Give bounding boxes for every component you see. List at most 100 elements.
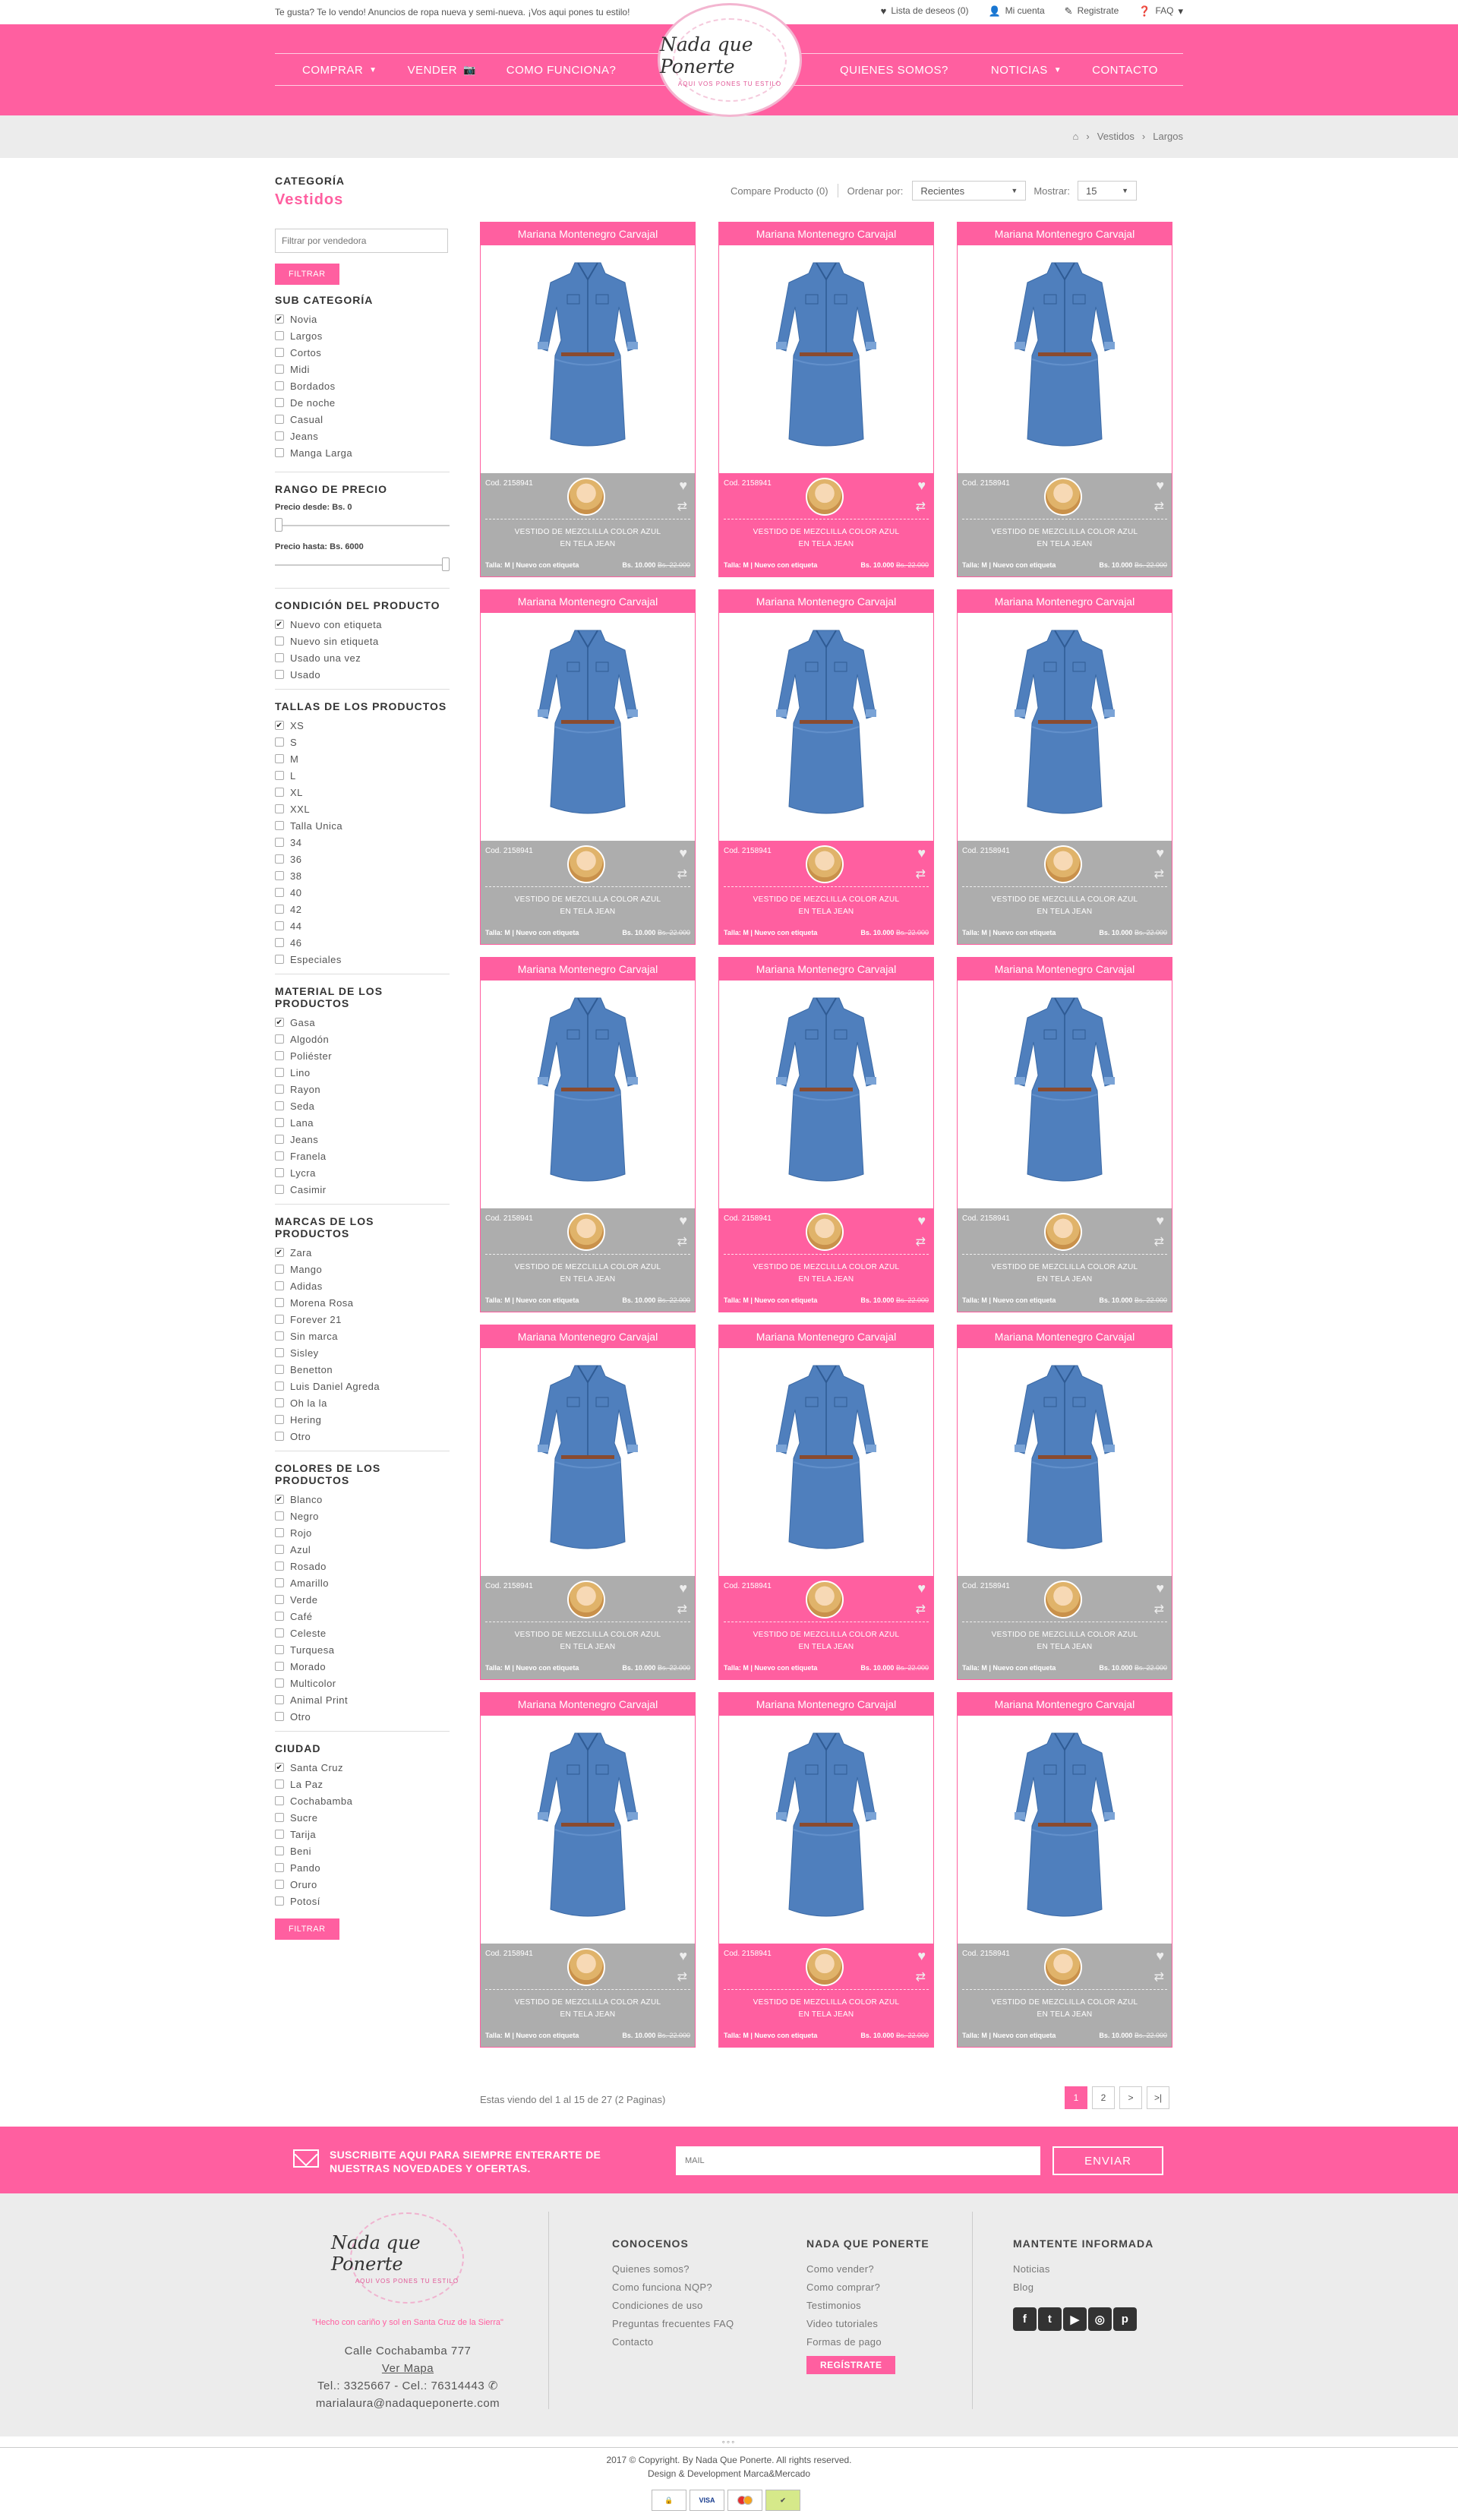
checkbox[interactable] bbox=[275, 938, 284, 947]
filter-option[interactable]: Sucre bbox=[275, 1809, 450, 1826]
seller-avatar[interactable] bbox=[806, 1581, 844, 1618]
compare-icon[interactable]: ⇄ bbox=[916, 1234, 926, 1249]
footer-link[interactable]: Como funciona NQP? bbox=[612, 2278, 734, 2297]
filter-option[interactable]: ✔ Novia bbox=[275, 311, 450, 327]
filter-option[interactable]: Usado bbox=[275, 666, 450, 683]
product-card[interactable]: Mariana Montenegro Carvajal Cod. 2158941… bbox=[957, 1325, 1172, 1680]
checkbox[interactable] bbox=[275, 888, 284, 897]
wishlist-heart-icon[interactable]: ♥ bbox=[679, 1948, 687, 1964]
filter-option[interactable]: Jeans bbox=[275, 1131, 450, 1148]
filter-option[interactable]: Usado una vez bbox=[275, 649, 450, 666]
product-title[interactable]: VESTIDO DE MEZCLILLA COLOR AZUL EN TELA … bbox=[750, 894, 903, 918]
filter-option[interactable]: Sisley bbox=[275, 1344, 450, 1361]
nav-comprar[interactable]: COMPRAR ▼ bbox=[287, 62, 393, 78]
checkbox[interactable] bbox=[275, 1135, 284, 1144]
compare-icon[interactable]: ⇄ bbox=[677, 499, 687, 514]
product-image[interactable] bbox=[958, 981, 1172, 1208]
product-card[interactable]: Mariana Montenegro Carvajal Cod. 2158941… bbox=[957, 957, 1172, 1312]
filter-option[interactable]: Rojo bbox=[275, 1524, 450, 1541]
compare-icon[interactable]: ⇄ bbox=[677, 1602, 687, 1617]
seller-name[interactable]: Mariana Montenegro Carvajal bbox=[958, 958, 1172, 981]
product-card[interactable]: Mariana Montenegro Carvajal Cod. 2158941… bbox=[718, 589, 934, 945]
checkbox[interactable] bbox=[275, 1382, 284, 1391]
checkbox[interactable] bbox=[275, 1813, 284, 1822]
show-select[interactable]: 15 ▼ bbox=[1078, 181, 1137, 201]
compare-icon[interactable]: ⇄ bbox=[1154, 1234, 1164, 1249]
wishlist-heart-icon[interactable]: ♥ bbox=[1156, 1213, 1164, 1229]
filter-option[interactable]: Manga Larga bbox=[275, 444, 450, 461]
checkbox[interactable] bbox=[275, 1265, 284, 1274]
filter-option[interactable]: Midi bbox=[275, 361, 450, 377]
filter-option[interactable]: XL bbox=[275, 784, 450, 801]
filter-option[interactable]: Lycra bbox=[275, 1164, 450, 1181]
filter-option[interactable]: Otro bbox=[275, 1428, 450, 1445]
sort-select[interactable]: Recientes ▼ bbox=[912, 181, 1027, 201]
checkbox[interactable] bbox=[275, 771, 284, 780]
product-title[interactable]: VESTIDO DE MEZCLILLA COLOR AZUL EN TELA … bbox=[511, 1629, 664, 1653]
filter-option[interactable]: Lana bbox=[275, 1114, 450, 1131]
checkbox[interactable] bbox=[275, 365, 284, 374]
filter-option[interactable]: Rayon bbox=[275, 1081, 450, 1097]
seller-name[interactable]: Mariana Montenegro Carvajal bbox=[481, 1693, 695, 1716]
filter-option[interactable]: Especiales bbox=[275, 951, 450, 968]
wishlist-heart-icon[interactable]: ♥ bbox=[917, 478, 926, 494]
footer-link[interactable]: Contacto bbox=[612, 2333, 734, 2351]
checkbox[interactable] bbox=[275, 670, 284, 679]
product-image[interactable] bbox=[958, 245, 1172, 473]
seller-avatar[interactable] bbox=[567, 478, 605, 516]
filter-option[interactable]: Animal Print bbox=[275, 1691, 450, 1708]
footer-link[interactable]: Video tutoriales bbox=[806, 2315, 929, 2333]
filter-option[interactable]: Seda bbox=[275, 1097, 450, 1114]
compare-icon[interactable]: ⇄ bbox=[1154, 867, 1164, 882]
compare-icon[interactable]: ⇄ bbox=[677, 867, 687, 882]
checkbox[interactable] bbox=[275, 788, 284, 797]
checkbox[interactable] bbox=[275, 1281, 284, 1290]
checkbox[interactable] bbox=[275, 1796, 284, 1805]
product-card[interactable]: Mariana Montenegro Carvajal Cod. 2158941… bbox=[718, 1692, 934, 2048]
product-image[interactable] bbox=[481, 245, 695, 473]
filter-option[interactable]: Morado bbox=[275, 1658, 450, 1675]
twitter-icon[interactable]: t bbox=[1038, 2307, 1062, 2331]
product-image[interactable] bbox=[481, 1348, 695, 1576]
account-link[interactable]: 👤 Mi cuenta bbox=[988, 5, 1044, 16]
product-title[interactable]: VESTIDO DE MEZCLILLA COLOR AZUL EN TELA … bbox=[511, 894, 664, 918]
wishlist-heart-icon[interactable]: ♥ bbox=[679, 478, 687, 494]
filter-option[interactable]: Verde bbox=[275, 1591, 450, 1608]
product-card[interactable]: Mariana Montenegro Carvajal Cod. 2158941… bbox=[957, 589, 1172, 945]
checkbox[interactable] bbox=[275, 804, 284, 813]
seller-avatar[interactable] bbox=[806, 478, 844, 516]
checkbox[interactable] bbox=[275, 1846, 284, 1855]
filter-option[interactable]: 40 bbox=[275, 884, 450, 901]
page-last[interactable]: >| bbox=[1147, 2086, 1169, 2109]
seller-avatar[interactable] bbox=[567, 845, 605, 883]
filter-option[interactable]: Potosí bbox=[275, 1893, 450, 1909]
checkbox[interactable] bbox=[275, 871, 284, 880]
checkbox[interactable] bbox=[275, 1528, 284, 1537]
pinterest-icon[interactable]: p bbox=[1113, 2307, 1137, 2331]
wishlist-heart-icon[interactable]: ♥ bbox=[679, 1213, 687, 1229]
youtube-icon[interactable]: ▶ bbox=[1063, 2307, 1087, 2331]
checkbox[interactable] bbox=[275, 1331, 284, 1341]
nav-contacto[interactable]: CONTACTO bbox=[1077, 62, 1173, 78]
product-image[interactable] bbox=[719, 1716, 933, 1944]
filter-option[interactable]: Poliéster bbox=[275, 1047, 450, 1064]
checkbox[interactable] bbox=[275, 1085, 284, 1094]
compare-icon[interactable]: ⇄ bbox=[677, 1234, 687, 1249]
filter-option[interactable]: Tarija bbox=[275, 1826, 450, 1843]
footer-link[interactable]: Formas de pago bbox=[806, 2333, 929, 2351]
page-2[interactable]: 2 bbox=[1092, 2086, 1115, 2109]
seller-name[interactable]: Mariana Montenegro Carvajal bbox=[719, 590, 933, 613]
checkbox[interactable] bbox=[275, 1863, 284, 1872]
filter-option[interactable]: 44 bbox=[275, 917, 450, 934]
seller-name[interactable]: Mariana Montenegro Carvajal bbox=[481, 1325, 695, 1348]
filter-option[interactable]: Azul bbox=[275, 1541, 450, 1558]
register-link[interactable]: ✎ Registrate bbox=[1065, 5, 1119, 16]
seller-avatar[interactable] bbox=[1044, 478, 1082, 516]
compare-icon[interactable]: ⇄ bbox=[677, 1969, 687, 1985]
filter-option[interactable]: Largos bbox=[275, 327, 450, 344]
seller-name[interactable]: Mariana Montenegro Carvajal bbox=[719, 1325, 933, 1348]
filter-option[interactable]: ✔ XS bbox=[275, 717, 450, 734]
checkbox[interactable] bbox=[275, 1695, 284, 1704]
checkbox[interactable]: ✔ bbox=[275, 1248, 284, 1257]
compare-link[interactable]: Compare Producto (0) bbox=[731, 185, 828, 197]
